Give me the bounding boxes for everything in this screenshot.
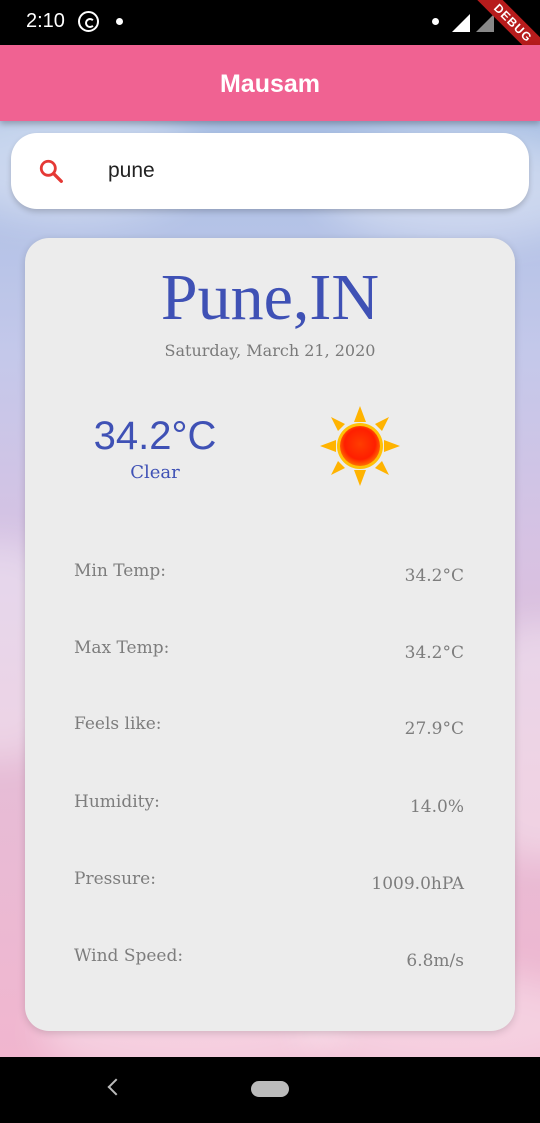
- wind-speed-value: 6.8m/s: [406, 951, 464, 971]
- app-bar: Mausam: [0, 45, 540, 121]
- pressure-label: Pressure:: [74, 869, 156, 889]
- pressure-value: 1009.0hPA: [371, 874, 464, 894]
- wifi-icon: [476, 14, 494, 32]
- search-icon[interactable]: [38, 158, 64, 184]
- wind-speed-label: Wind Speed:: [74, 946, 184, 966]
- sun-icon: [320, 406, 400, 486]
- status-time: 2:10: [26, 10, 65, 32]
- notification-dot-icon: [432, 18, 439, 25]
- signal-icon: [452, 14, 470, 32]
- min-temp-label: Min Temp:: [74, 561, 167, 581]
- notification-dot-icon: [116, 18, 123, 25]
- feels-like-value: 27.9°C: [404, 719, 464, 739]
- humidity-label: Humidity:: [74, 792, 160, 812]
- current-temperature: 34.2°C: [93, 414, 217, 458]
- city-name: Pune,IN: [160, 261, 380, 334]
- app-title: Mausam: [219, 70, 321, 98]
- status-bar: 2:10 DEBUG: [0, 0, 540, 69]
- feels-like-label: Feels like:: [74, 714, 162, 734]
- min-temp-value: 34.2°C: [404, 566, 464, 586]
- home-button[interactable]: [251, 1081, 289, 1097]
- search-input[interactable]: [108, 150, 488, 192]
- whatsapp-icon: [78, 11, 99, 32]
- max-temp-value: 34.2°C: [404, 643, 464, 663]
- humidity-value: 14.0%: [409, 797, 464, 817]
- weather-date: Saturday, March 21, 2020: [164, 341, 376, 360]
- max-temp-label: Max Temp:: [74, 638, 170, 658]
- weather-condition: Clear: [130, 462, 180, 483]
